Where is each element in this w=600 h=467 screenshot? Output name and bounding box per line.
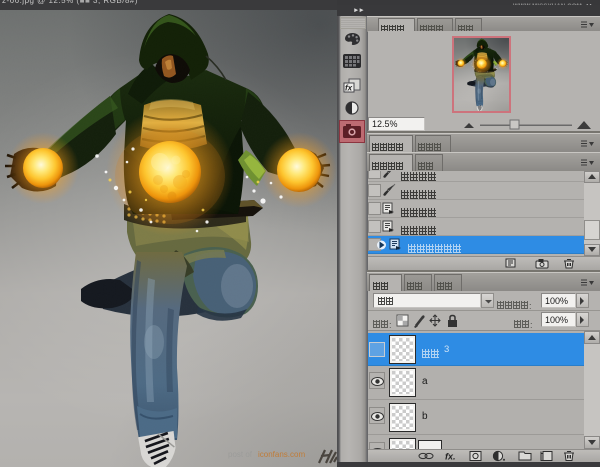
svg-text:fx: fx bbox=[345, 84, 353, 93]
svg-text:iconfans.com: iconfans.com bbox=[258, 450, 305, 459]
svg-text:post of: post of bbox=[228, 450, 253, 459]
svg-text:fx.: fx. bbox=[445, 452, 456, 462]
